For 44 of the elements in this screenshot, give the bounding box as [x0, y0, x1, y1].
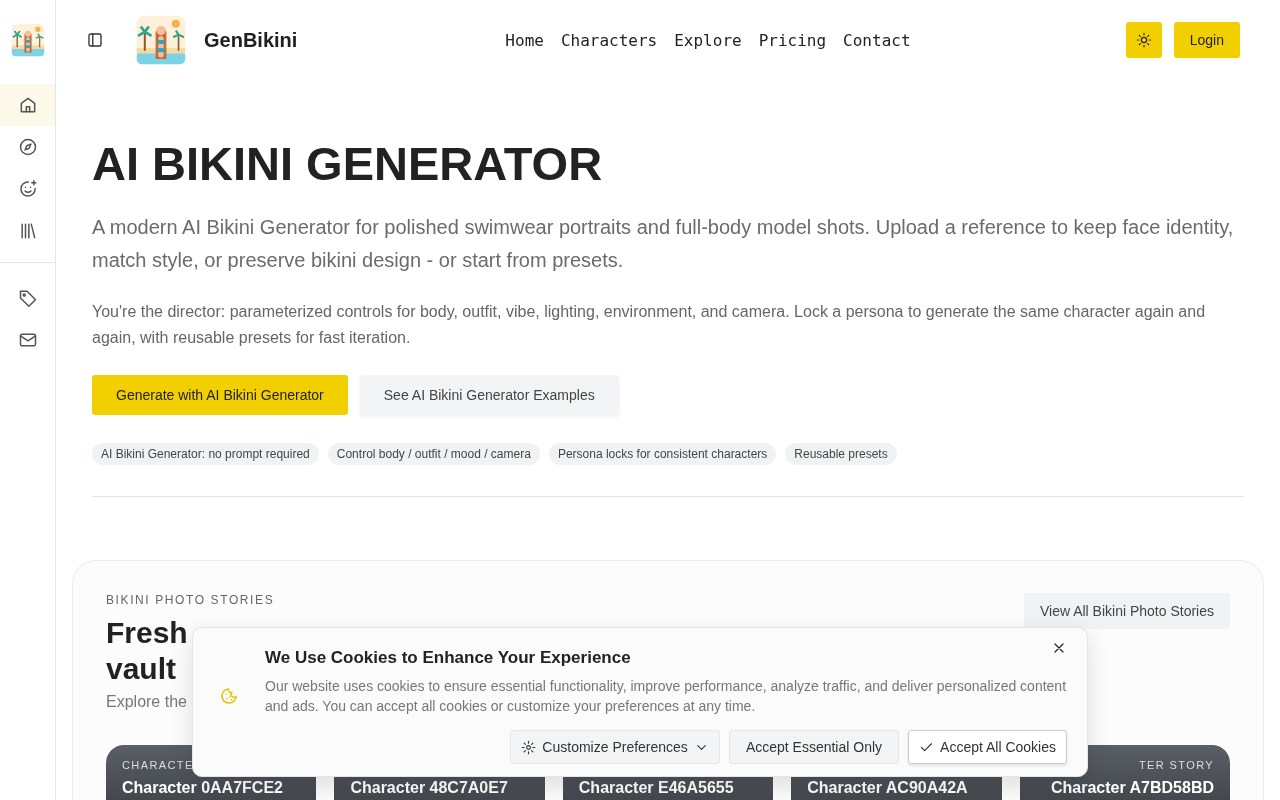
- section-subtitle: Explore the: [106, 693, 187, 711]
- section-title: vault: [106, 651, 177, 687]
- cookie-title: We Use Cookies to Enhance Your Experience: [265, 648, 631, 668]
- section-eyebrow: BIKINI PHOTO STORIES: [106, 593, 275, 607]
- nav-link[interactable]: Explore: [674, 30, 742, 50]
- feature-tag: AI Bikini Generator: no prompt required: [92, 443, 319, 465]
- section-title: Fresh: [106, 615, 188, 651]
- nav-link[interactable]: Contact: [843, 30, 911, 50]
- card-label: TER STORY: [1138, 759, 1215, 771]
- generate-button[interactable]: Generate with AI Bikini Generator: [92, 375, 348, 415]
- logo-icon: [134, 13, 188, 67]
- mail-icon: [17, 330, 38, 350]
- hero-description: You're the director: parameterized controls for body, outfit, vibe, lighting, environment, and camera. Lock a persona to generate the same character again and again, with reusable presets for fast iteration.: [92, 302, 1207, 348]
- sidebar-toggle-icon: [86, 31, 104, 49]
- sidebar-item[interactable]: [0, 84, 55, 126]
- feature-tag: Persona locks for consistent characters: [548, 443, 777, 465]
- feature-tag: Reusable presets: [785, 443, 897, 465]
- login-button[interactable]: Login: [1173, 22, 1240, 58]
- brand-name[interactable]: GenBikini: [204, 28, 298, 52]
- nav-link[interactable]: Characters: [560, 30, 658, 50]
- card-title: Character E46A5655: [578, 779, 734, 797]
- compass-icon: [17, 137, 38, 157]
- customize-preferences-button[interactable]: Customize Preferences: [510, 730, 720, 764]
- logo-icon: [9, 22, 46, 58]
- cookie-text: Our website uses cookies to ensure essential functionality, improve performance, analyze traffic, and deliver personalized content and ads. You can accept all cookies or customize your preferences at any time.: [265, 677, 1067, 716]
- tag-icon: [17, 288, 38, 308]
- view-all-button[interactable]: View All Bikini Photo Stories: [1023, 593, 1230, 629]
- card-label: CHARACTE: [122, 759, 194, 771]
- nav-link[interactable]: Pricing: [758, 30, 827, 50]
- accept-essential-button[interactable]: Accept Essential Only: [728, 730, 900, 764]
- smiley-plus-icon: [17, 179, 38, 199]
- feature-tag: Control body / outfit / mood / camera: [327, 443, 540, 465]
- theme-toggle-button[interactable]: [1125, 22, 1162, 58]
- card-title: Character 0AA7FCE2: [122, 779, 283, 797]
- card-title: Character A7BD58BD: [1051, 779, 1215, 797]
- accept-all-button[interactable]: Accept All Cookies: [908, 730, 1067, 764]
- cookie-icon: [219, 686, 239, 706]
- sun-icon: [1135, 32, 1152, 48]
- hero-title: AI BIKINI GENERATOR: [92, 136, 604, 191]
- nav-link[interactable]: Home: [505, 30, 544, 50]
- hero-lead: A modern AI Bikini Generator for polished swimwear portraits and full-body model shots. Upload a reference to keep face identity, match style, or preserve bikini design - or start from presets.: [92, 215, 1235, 273]
- card-title: Character AC90A42A: [807, 779, 968, 797]
- card-title: Character 48C7A0E7: [350, 779, 508, 797]
- examples-button[interactable]: See AI Bikini Generator Examples: [359, 375, 619, 415]
